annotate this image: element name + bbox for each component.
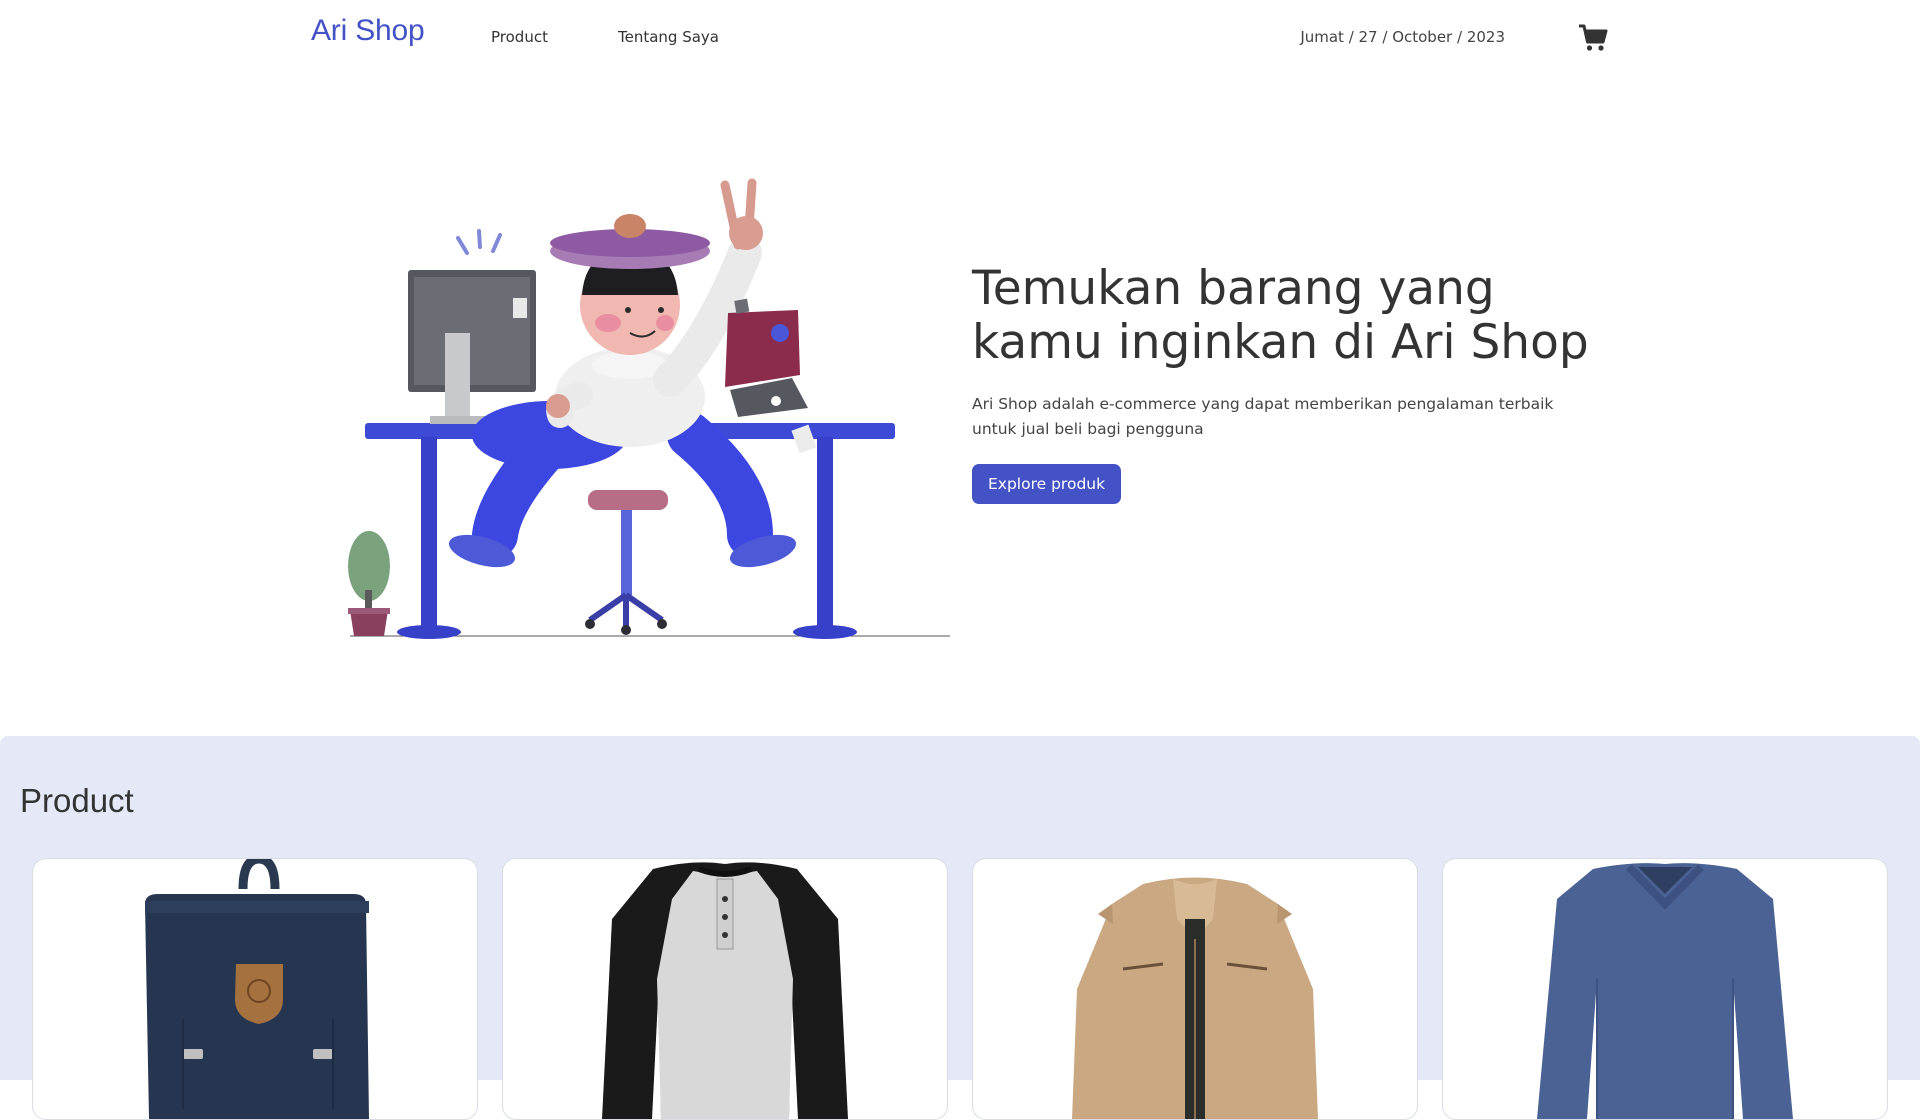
hero-title: Temukan barang yang kamu inginkan di Ari… xyxy=(972,261,1589,370)
product-card[interactable] xyxy=(502,858,948,1120)
explore-products-button[interactable]: Explore produk xyxy=(972,464,1122,504)
brand-logo[interactable]: Ari Shop xyxy=(311,14,425,48)
nav-link-product[interactable]: Product xyxy=(491,28,548,46)
navbar: Ari Shop Product Tentang Saya Jumat / 27… xyxy=(0,0,1920,80)
backpack-image xyxy=(145,859,369,1119)
product-card[interactable] xyxy=(972,858,1418,1120)
sweater-image xyxy=(1537,863,1793,1119)
nav-link-tentang-saya[interactable]: Tentang Saya xyxy=(618,28,719,46)
current-date: Jumat / 27 / October / 2023 xyxy=(1300,28,1505,46)
product-card[interactable] xyxy=(32,858,478,1120)
product-card[interactable] xyxy=(1442,858,1888,1120)
hero-description: Ari Shop adalah e-commerce yang dapat me… xyxy=(972,395,1554,438)
raglan-shirt-image xyxy=(602,862,848,1119)
section-title: Product xyxy=(20,782,134,819)
person-at-desk-illustration xyxy=(330,165,950,640)
product-section: Product xyxy=(0,736,1920,1120)
jacket-image xyxy=(1072,877,1318,1119)
cart-icon[interactable] xyxy=(1578,24,1608,52)
